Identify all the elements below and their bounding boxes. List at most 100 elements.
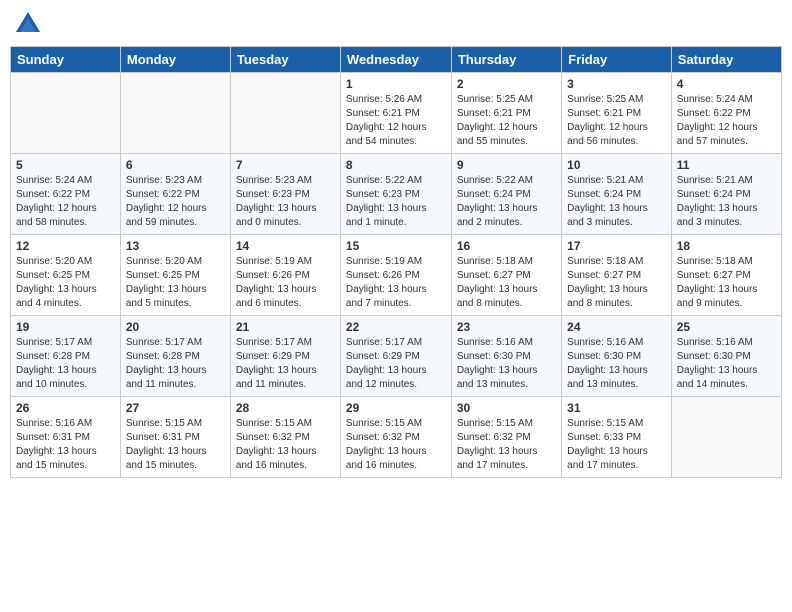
calendar-cell: 21 Sunrise: 5:17 AM Sunset: 6:29 PM Dayli… [230,316,340,397]
day-number: 3 [567,77,666,91]
calendar-cell: 25 Sunrise: 5:16 AM Sunset: 6:30 PM Dayli… [671,316,781,397]
calendar-cell: 10Sunrise: 5:21 AM Sunset: 6:24 PM Dayli… [562,154,672,235]
day-info: Sunrise: 5:18 AM Sunset: 6:27 PM Dayligh… [677,255,776,311]
day-info: Sunrise: 5:15 AM Sunset: 6:33 PM Dayligh… [567,417,666,473]
day-info: Sunrise: 5:25 AM Sunset: 6:21 PM Dayligh… [457,93,556,149]
day-info: Sunrise: 5:23 AM Sunset: 6:23 PM Dayligh… [236,174,335,230]
day-number: 11 [677,158,776,172]
day-number: 28 [236,401,335,415]
day-info: Sunrise: 5:19 AM Sunset: 6:26 PM Dayligh… [346,255,446,311]
day-number: 25 [677,320,776,334]
weekday-header: Tuesday [230,47,340,73]
day-number: 21 [236,320,335,334]
day-info: Sunrise: 5:20 AM Sunset: 6:25 PM Dayligh… [126,255,225,311]
day-info: Sunrise: 5:25 AM Sunset: 6:21 PM Dayligh… [567,93,666,149]
calendar-cell: 26 Sunrise: 5:16 AM Sunset: 6:31 PM Dayli… [11,397,121,478]
day-info: Sunrise: 5:17 AM Sunset: 6:28 PM Dayligh… [16,336,115,392]
day-info: Sunrise: 5:18 AM Sunset: 6:27 PM Dayligh… [567,255,666,311]
day-info: Sunrise: 5:16 AM Sunset: 6:30 PM Dayligh… [677,336,776,392]
weekday-header: Wednesday [340,47,451,73]
day-info: Sunrise: 5:22 AM Sunset: 6:24 PM Dayligh… [457,174,556,230]
day-info: Sunrise: 5:15 AM Sunset: 6:32 PM Dayligh… [346,417,446,473]
day-info: Sunrise: 5:19 AM Sunset: 6:26 PM Dayligh… [236,255,335,311]
day-info: Sunrise: 5:17 AM Sunset: 6:29 PM Dayligh… [346,336,446,392]
day-number: 9 [457,158,556,172]
calendar-cell [120,73,230,154]
calendar-cell [230,73,340,154]
day-number: 29 [346,401,446,415]
calendar-cell: 27Sunrise: 5:15 AM Sunset: 6:31 PM Dayli… [120,397,230,478]
day-number: 6 [126,158,225,172]
day-number: 4 [677,77,776,91]
day-info: Sunrise: 5:17 AM Sunset: 6:28 PM Dayligh… [126,336,225,392]
calendar-week-row: 26 Sunrise: 5:16 AM Sunset: 6:31 PM Dayli… [11,397,782,478]
calendar-cell: 8 Sunrise: 5:22 AM Sunset: 6:23 PM Daylig… [340,154,451,235]
calendar-cell: 16 Sunrise: 5:18 AM Sunset: 6:27 PM Dayli… [451,235,561,316]
day-number: 1 [346,77,446,91]
day-number: 17 [567,239,666,253]
day-info: Sunrise: 5:16 AM Sunset: 6:30 PM Dayligh… [457,336,556,392]
calendar-week-row: 5 Sunrise: 5:24 AM Sunset: 6:22 PM Daylig… [11,154,782,235]
calendar-header-row: SundayMondayTuesdayWednesdayThursdayFrid… [11,47,782,73]
day-number: 8 [346,158,446,172]
calendar-cell: 20 Sunrise: 5:17 AM Sunset: 6:28 PM Dayli… [120,316,230,397]
day-info: Sunrise: 5:16 AM Sunset: 6:30 PM Dayligh… [567,336,666,392]
calendar-cell: 9 Sunrise: 5:22 AM Sunset: 6:24 PM Daylig… [451,154,561,235]
day-info: Sunrise: 5:23 AM Sunset: 6:22 PM Dayligh… [126,174,225,230]
weekday-header: Saturday [671,47,781,73]
calendar-cell: 6 Sunrise: 5:23 AM Sunset: 6:22 PM Daylig… [120,154,230,235]
day-number: 31 [567,401,666,415]
calendar-cell: 15Sunrise: 5:19 AM Sunset: 6:26 PM Dayli… [340,235,451,316]
calendar-cell: 11 Sunrise: 5:21 AM Sunset: 6:24 PM Dayli… [671,154,781,235]
calendar-cell [671,397,781,478]
day-number: 24 [567,320,666,334]
calendar-week-row: 12 Sunrise: 5:20 AM Sunset: 6:25 PM Dayli… [11,235,782,316]
calendar-cell: 24 Sunrise: 5:16 AM Sunset: 6:30 PM Dayli… [562,316,672,397]
calendar-cell: 14 Sunrise: 5:19 AM Sunset: 6:26 PM Dayli… [230,235,340,316]
day-info: Sunrise: 5:24 AM Sunset: 6:22 PM Dayligh… [16,174,115,230]
calendar-cell: 31 Sunrise: 5:15 AM Sunset: 6:33 PM Dayli… [562,397,672,478]
calendar-week-row: 19 Sunrise: 5:17 AM Sunset: 6:28 PM Dayli… [11,316,782,397]
calendar-cell: 23 Sunrise: 5:16 AM Sunset: 6:30 PM Dayli… [451,316,561,397]
day-number: 20 [126,320,225,334]
day-number: 13 [126,239,225,253]
day-number: 22 [346,320,446,334]
day-number: 7 [236,158,335,172]
calendar-week-row: 1 Sunrise: 5:26 AM Sunset: 6:21 PM Daylig… [11,73,782,154]
logo-icon [14,10,42,38]
calendar-cell: 13 Sunrise: 5:20 AM Sunset: 6:25 PM Dayli… [120,235,230,316]
day-info: Sunrise: 5:16 AM Sunset: 6:31 PM Dayligh… [16,417,115,473]
day-info: Sunrise: 5:17 AM Sunset: 6:29 PM Dayligh… [236,336,335,392]
weekday-header: Monday [120,47,230,73]
day-number: 26 [16,401,115,415]
day-info: Sunrise: 5:24 AM Sunset: 6:22 PM Dayligh… [677,93,776,149]
calendar-cell: 12 Sunrise: 5:20 AM Sunset: 6:25 PM Dayli… [11,235,121,316]
day-info: Sunrise: 5:20 AM Sunset: 6:25 PM Dayligh… [16,255,115,311]
day-info: Sunrise: 5:26 AM Sunset: 6:21 PM Dayligh… [346,93,446,149]
calendar-cell: 7 Sunrise: 5:23 AM Sunset: 6:23 PM Daylig… [230,154,340,235]
day-info: Sunrise: 5:15 AM Sunset: 6:32 PM Dayligh… [457,417,556,473]
calendar-cell: 28Sunrise: 5:15 AM Sunset: 6:32 PM Dayli… [230,397,340,478]
weekday-header: Friday [562,47,672,73]
day-number: 12 [16,239,115,253]
day-number: 18 [677,239,776,253]
calendar-cell: 3 Sunrise: 5:25 AM Sunset: 6:21 PM Daylig… [562,73,672,154]
day-number: 27 [126,401,225,415]
calendar-cell: 19 Sunrise: 5:17 AM Sunset: 6:28 PM Dayli… [11,316,121,397]
calendar-cell: 29 Sunrise: 5:15 AM Sunset: 6:32 PM Dayli… [340,397,451,478]
calendar-cell: 4 Sunrise: 5:24 AM Sunset: 6:22 PM Daylig… [671,73,781,154]
day-number: 10 [567,158,666,172]
day-number: 14 [236,239,335,253]
calendar-cell: 1 Sunrise: 5:26 AM Sunset: 6:21 PM Daylig… [340,73,451,154]
logo [14,10,44,38]
day-info: Sunrise: 5:18 AM Sunset: 6:27 PM Dayligh… [457,255,556,311]
day-number: 23 [457,320,556,334]
weekday-header: Thursday [451,47,561,73]
calendar-cell: 5 Sunrise: 5:24 AM Sunset: 6:22 PM Daylig… [11,154,121,235]
day-number: 16 [457,239,556,253]
day-info: Sunrise: 5:22 AM Sunset: 6:23 PM Dayligh… [346,174,446,230]
calendar-cell: 22 Sunrise: 5:17 AM Sunset: 6:29 PM Dayli… [340,316,451,397]
day-info: Sunrise: 5:21 AM Sunset: 6:24 PM Dayligh… [677,174,776,230]
day-number: 5 [16,158,115,172]
day-number: 19 [16,320,115,334]
